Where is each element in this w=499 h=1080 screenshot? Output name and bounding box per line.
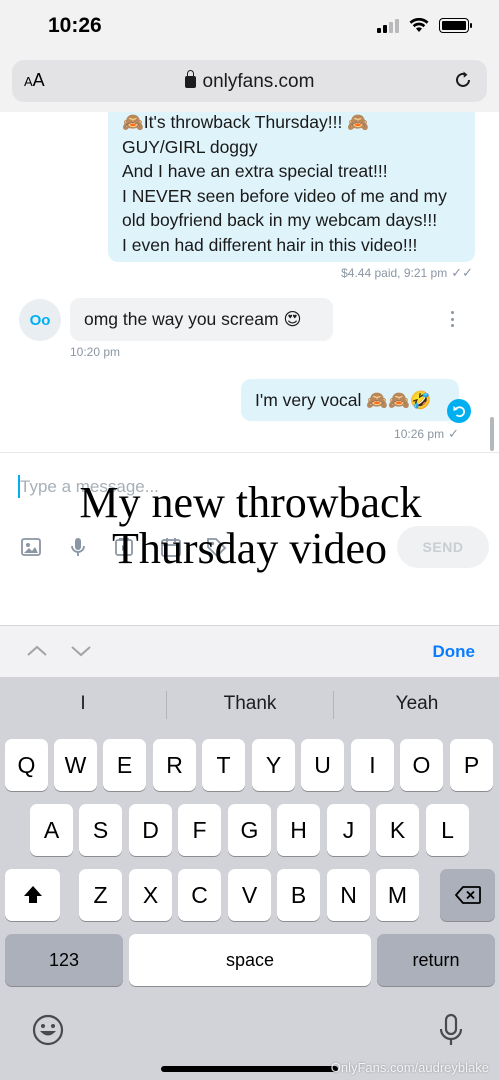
message-input[interactable]	[20, 473, 380, 501]
emoji-icon[interactable]	[31, 1013, 65, 1047]
shift-icon	[23, 886, 42, 903]
outgoing-message-bubble[interactable]: I'm very vocal 🙈🙈🤣	[241, 379, 459, 421]
outgoing-message-bubble[interactable]: 🙈It's throwback Thursday!!! 🙈 GUY/GIRL d…	[108, 112, 475, 262]
message-line: I even had different hair in this video!…	[122, 234, 418, 255]
key-o[interactable]: O	[400, 739, 443, 791]
key-p[interactable]: P	[450, 739, 493, 791]
key-f[interactable]: F	[178, 804, 221, 856]
key-y[interactable]: Y	[252, 739, 295, 791]
avatar[interactable]: Oo	[19, 299, 61, 341]
predictive-text-bar: I Thank Yeah	[0, 677, 499, 733]
undo-icon[interactable]	[447, 399, 471, 423]
key-i[interactable]: I	[351, 739, 394, 791]
key-z[interactable]: Z	[79, 869, 122, 921]
wifi-icon	[409, 18, 429, 32]
backspace-icon	[454, 886, 481, 904]
keyboard-accessory-bar: Done	[0, 625, 499, 677]
suggestion[interactable]: Thank	[170, 693, 330, 715]
calendar-icon[interactable]	[158, 534, 184, 560]
incoming-message-bubble[interactable]: omg the way you scream 😍	[70, 298, 333, 341]
key-d[interactable]: D	[129, 804, 172, 856]
key-m[interactable]: M	[376, 869, 419, 921]
key-s[interactable]: S	[79, 804, 122, 856]
reload-icon[interactable]	[453, 70, 473, 96]
key-e[interactable]: E	[103, 739, 146, 791]
send-button[interactable]: SEND	[397, 526, 489, 568]
key-g[interactable]: G	[228, 804, 271, 856]
numbers-key[interactable]: 123	[5, 934, 123, 986]
microphone-icon[interactable]	[65, 534, 91, 560]
message-meta: $4.44 paid, 9:21 pm ✓✓	[341, 265, 473, 280]
url-display[interactable]: onlyfans.com	[12, 70, 487, 93]
url-text: onlyfans.com	[202, 71, 315, 92]
lock-icon	[184, 70, 196, 88]
message-meta: 10:26 pm ✓	[394, 426, 459, 441]
message-composer: SEND My new throwback Thursday video	[0, 453, 499, 625]
key-k[interactable]: K	[376, 804, 419, 856]
shift-key[interactable]	[5, 869, 60, 921]
key-a[interactable]: A	[30, 804, 73, 856]
key-w[interactable]: W	[54, 739, 97, 791]
suggestion[interactable]: I	[3, 693, 163, 715]
check-icon: ✓	[448, 426, 459, 441]
scrollbar[interactable]	[490, 417, 494, 451]
more-options-icon[interactable]	[445, 308, 459, 330]
key-n[interactable]: N	[327, 869, 370, 921]
key-x[interactable]: X	[129, 869, 172, 921]
key-q[interactable]: Q	[5, 739, 48, 791]
message-line: 🙈It's throwback Thursday!!! 🙈	[122, 112, 369, 132]
status-bar: 10:26	[0, 0, 499, 56]
suggestion-divider	[333, 691, 334, 719]
backspace-key[interactable]	[440, 869, 495, 921]
message-line: And I have an extra special treat!!!	[122, 161, 388, 181]
battery-icon	[439, 18, 472, 33]
home-indicator[interactable]	[161, 1066, 338, 1072]
browser-toolbar: AA onlyfans.com	[0, 56, 499, 112]
key-u[interactable]: U	[301, 739, 344, 791]
media-vault-icon[interactable]	[111, 534, 137, 560]
chat-messages[interactable]: 🙈It's throwback Thursday!!! 🙈 GUY/GIRL d…	[0, 112, 499, 452]
status-icons	[377, 18, 472, 33]
space-key[interactable]: space	[129, 934, 371, 986]
message-line: old boyfriend back in my webcam days!!!	[122, 210, 438, 230]
suggestion-divider	[166, 691, 167, 719]
double-check-icon: ✓✓	[451, 265, 473, 280]
dictation-mic-icon[interactable]	[434, 1013, 468, 1047]
image-icon[interactable]	[18, 534, 44, 560]
watermark: OnlyFans.com/audreyblake	[330, 1060, 489, 1075]
text-caret	[18, 475, 20, 498]
chevron-down-icon[interactable]	[70, 640, 92, 662]
cellular-signal-icon	[377, 18, 399, 33]
status-time: 10:26	[48, 14, 102, 37]
done-button[interactable]: Done	[433, 642, 476, 662]
message-line: I NEVER seen before video of me and my	[122, 185, 447, 206]
chevron-up-icon[interactable]	[26, 640, 48, 662]
address-bar[interactable]: AA onlyfans.com	[12, 60, 487, 102]
keyboard: I Thank Yeah Q W E R T Y U I O P A S D F…	[0, 677, 499, 1080]
key-v[interactable]: V	[228, 869, 271, 921]
suggestion[interactable]: Yeah	[337, 693, 497, 715]
return-key[interactable]: return	[377, 934, 495, 986]
key-l[interactable]: L	[426, 804, 469, 856]
key-j[interactable]: J	[327, 804, 370, 856]
key-b[interactable]: B	[277, 869, 320, 921]
key-r[interactable]: R	[153, 739, 196, 791]
key-t[interactable]: T	[202, 739, 245, 791]
message-line: GUY/GIRL doggy	[122, 136, 258, 157]
message-time: 10:20 pm	[70, 345, 121, 359]
price-tag-icon[interactable]	[203, 534, 229, 560]
key-c[interactable]: C	[178, 869, 221, 921]
key-h[interactable]: H	[277, 804, 320, 856]
